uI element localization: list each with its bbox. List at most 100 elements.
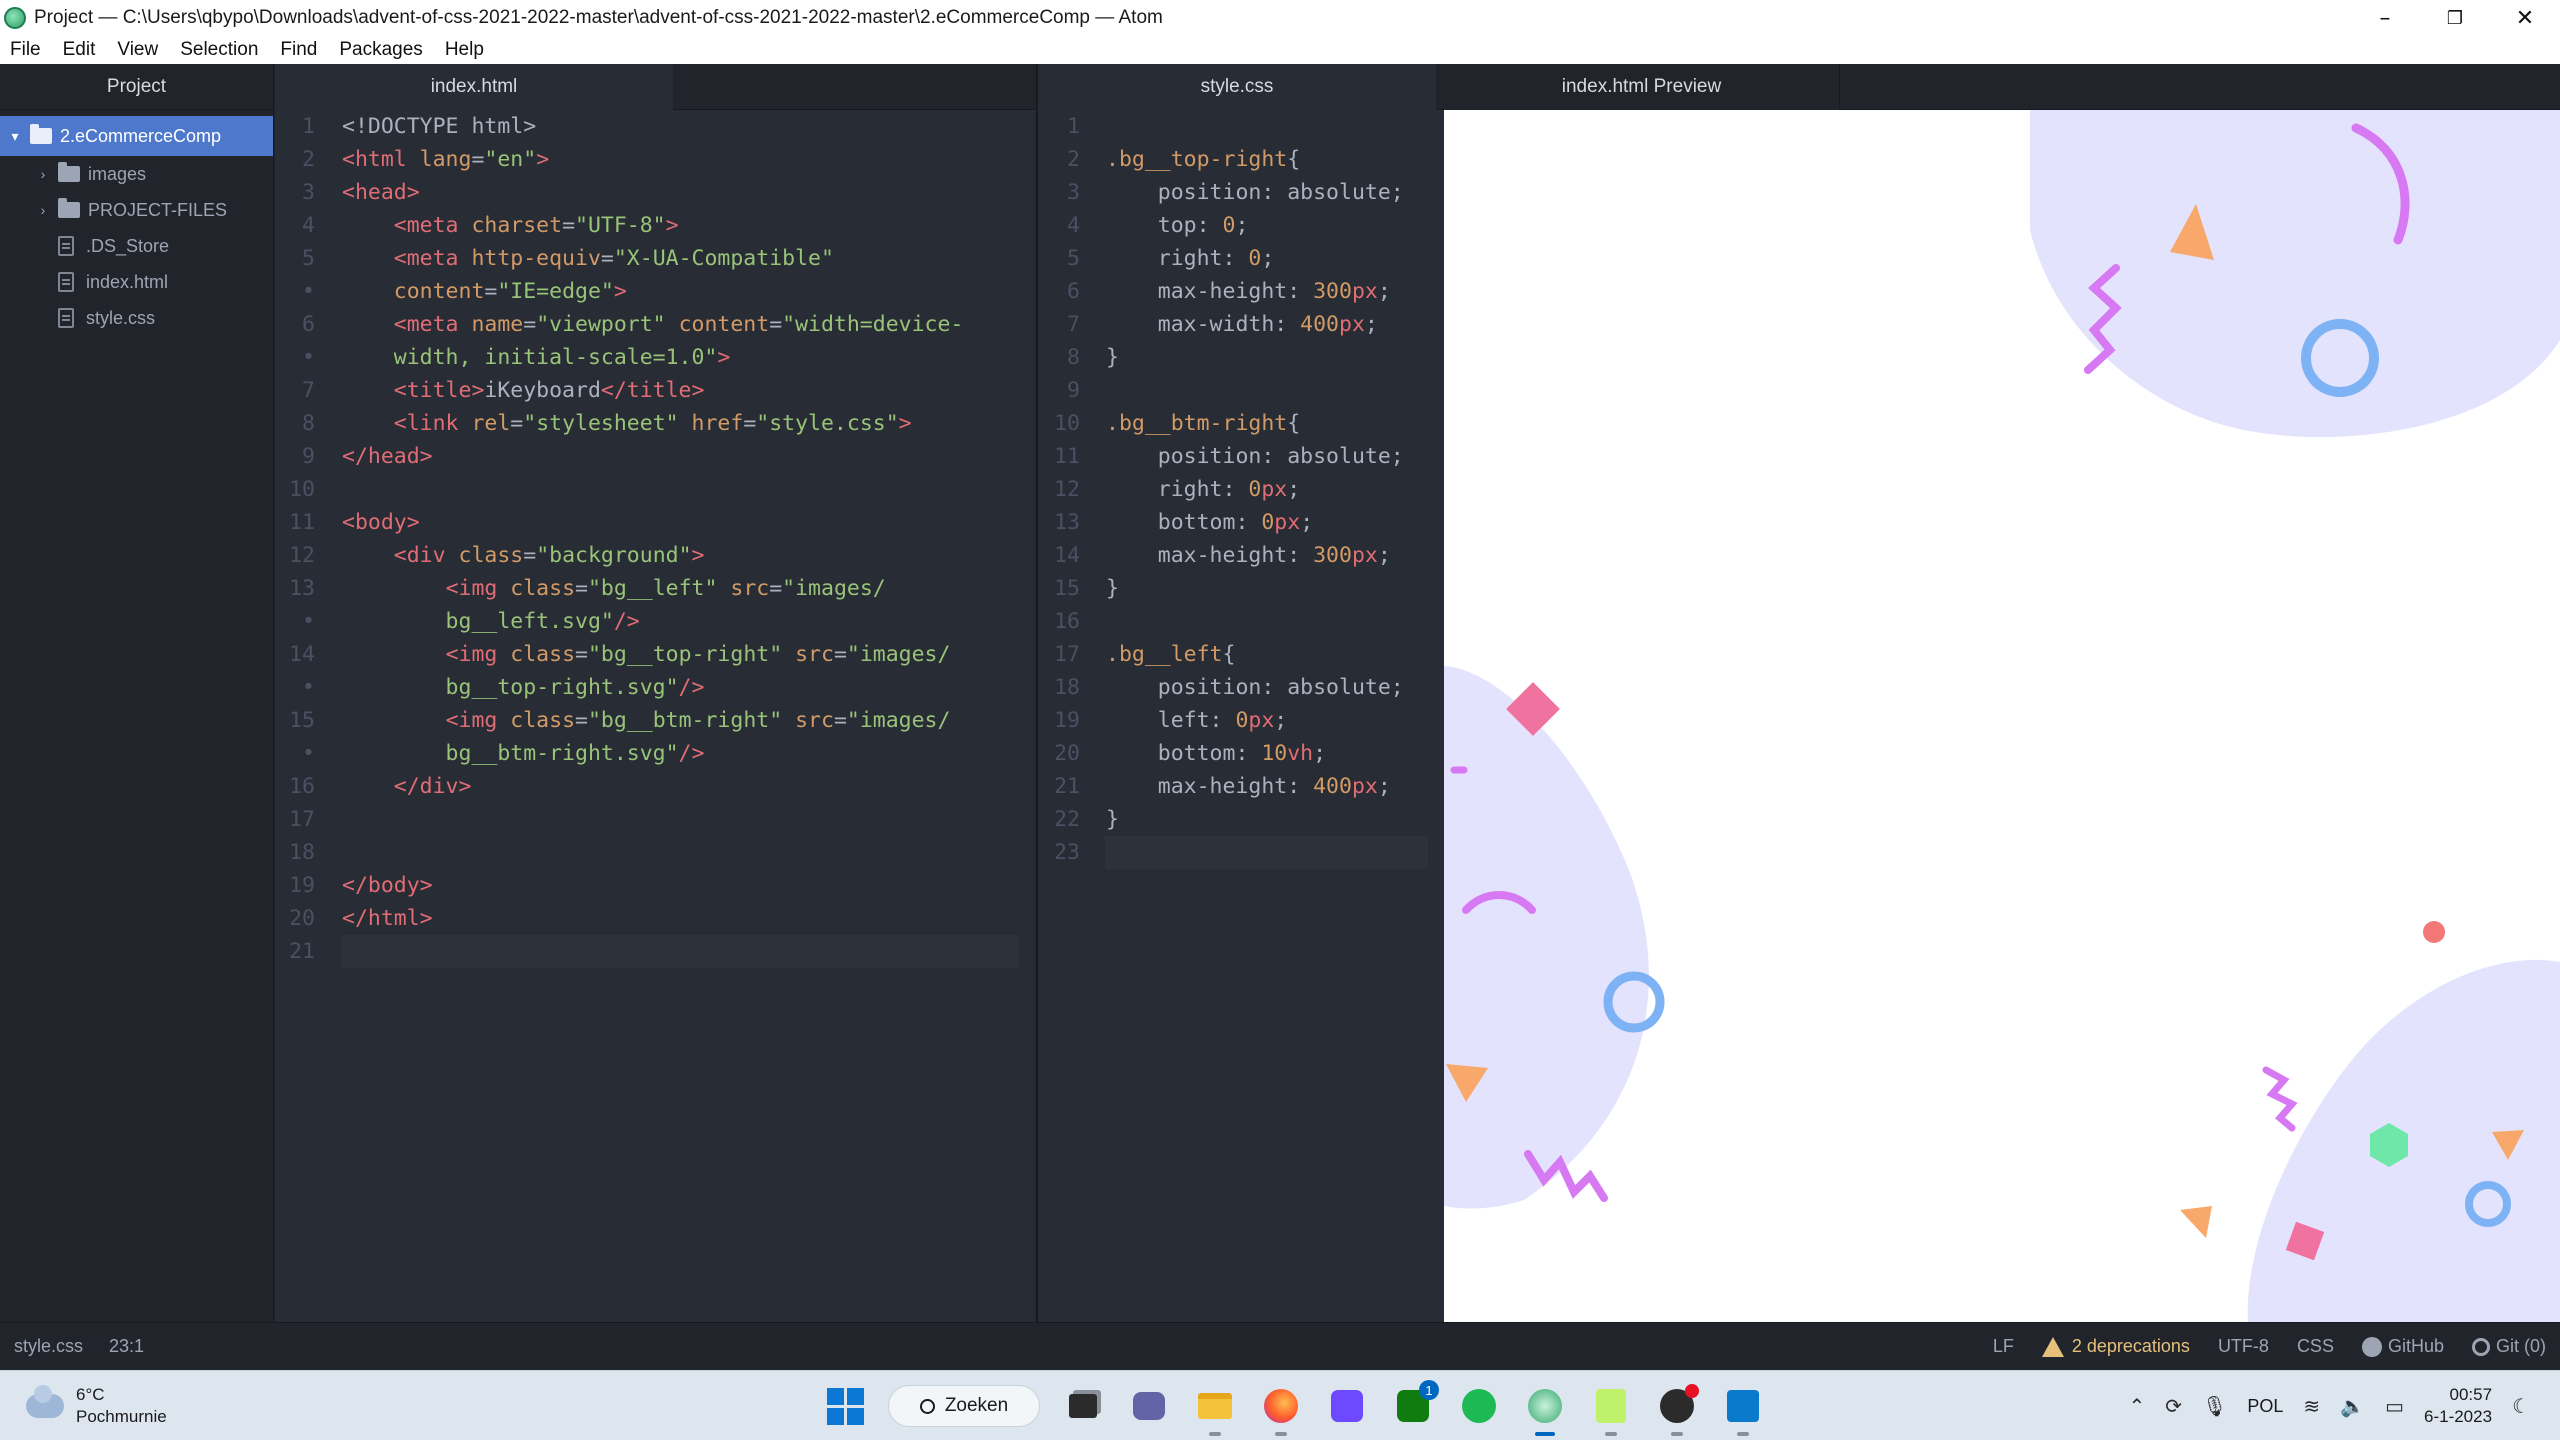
vscode-icon[interactable] bbox=[1723, 1386, 1763, 1436]
code-line[interactable]: 12 right: 0px; bbox=[1038, 473, 1444, 506]
code-line[interactable]: 6 max-height: 300px; bbox=[1038, 275, 1444, 308]
code-line[interactable]: 11 position: absolute; bbox=[1038, 440, 1444, 473]
teams-chat-icon[interactable] bbox=[1129, 1386, 1169, 1426]
code-line[interactable]: • bg__top-right.svg"/> bbox=[275, 671, 1035, 704]
start-icon[interactable] bbox=[825, 1386, 865, 1426]
weather-widget[interactable]: 6°C Pochmurnie bbox=[26, 1385, 167, 1427]
status-git[interactable]: Git (0) bbox=[2471, 1336, 2546, 1357]
code-line[interactable]: 20 </html> bbox=[275, 902, 1035, 935]
code-line[interactable]: 10 bbox=[275, 473, 1035, 506]
code-line[interactable]: 1 bbox=[1038, 110, 1444, 143]
tree-header[interactable]: Project bbox=[0, 64, 273, 110]
code-line[interactable]: 18 position: absolute; bbox=[1038, 671, 1444, 704]
minimize-button[interactable]: – bbox=[2350, 0, 2420, 36]
code-line[interactable]: 10 .bg__btm-right{ bbox=[1038, 407, 1444, 440]
tree-root-folder[interactable]: ▾ 2.eCommerceComp bbox=[0, 116, 273, 156]
code-line[interactable]: 1 <!DOCTYPE html> bbox=[275, 110, 1035, 143]
tab-index-html[interactable]: index.html bbox=[275, 64, 673, 110]
code-line[interactable]: 15 <img class="bg__btm-right" src="image… bbox=[275, 704, 1035, 737]
obs-icon[interactable] bbox=[1657, 1384, 1699, 1436]
task-view-icon[interactable] bbox=[1063, 1386, 1103, 1426]
microphone-icon[interactable]: 🎙 bbox=[2202, 1394, 2227, 1419]
code-line[interactable]: 9 </head> bbox=[275, 440, 1035, 473]
code-line[interactable]: 7 max-width: 400px; bbox=[1038, 308, 1444, 341]
code-line[interactable]: 2 <html lang="en"> bbox=[275, 143, 1035, 176]
code-line[interactable]: 14 <img class="bg__top-right" src="image… bbox=[275, 638, 1035, 671]
language-indicator[interactable]: POL bbox=[2247, 1396, 2283, 1417]
tree-folder-project-files[interactable]: › PROJECT-FILES bbox=[0, 192, 273, 228]
tree-file-index-html[interactable]: index.html bbox=[0, 264, 273, 300]
status-deprecations[interactable]: 2 deprecations bbox=[2041, 1336, 2190, 1357]
tab-preview[interactable]: index.html Preview bbox=[1444, 64, 1840, 110]
volume-icon[interactable]: 🔈 bbox=[2340, 1394, 2365, 1419]
battery-icon[interactable]: ▭ bbox=[2385, 1394, 2404, 1419]
code-line[interactable]: • content="IE=edge"> bbox=[275, 275, 1035, 308]
code-line[interactable]: 19 </body> bbox=[275, 869, 1035, 902]
atom-icon[interactable] bbox=[1525, 1386, 1565, 1436]
code-line[interactable]: 11 <body> bbox=[275, 506, 1035, 539]
menu-help[interactable]: Help bbox=[434, 39, 495, 61]
proton-icon[interactable] bbox=[1327, 1386, 1367, 1426]
code-line[interactable]: • bg__left.svg"/> bbox=[275, 605, 1035, 638]
file-explorer-icon[interactable] bbox=[1195, 1386, 1235, 1436]
clock[interactable]: 00:57 6-1-2023 bbox=[2424, 1384, 2492, 1428]
css-code-editor[interactable]: 1 2 .bg__top-right{3 position: absolute; 4 … bbox=[1038, 110, 1444, 1322]
maximize-button[interactable]: ❐ bbox=[2420, 0, 2490, 36]
code-line[interactable]: 7 <title>iKeyboard</title> bbox=[275, 374, 1035, 407]
sync-icon[interactable]: ⟳ bbox=[2165, 1394, 2182, 1419]
close-button[interactable]: ✕ bbox=[2490, 0, 2560, 36]
code-line[interactable]: 4 top: 0; bbox=[1038, 209, 1444, 242]
menu-edit[interactable]: Edit bbox=[52, 39, 107, 61]
code-line[interactable]: 18 bbox=[275, 836, 1035, 869]
code-line[interactable]: • bg__btm-right.svg"/> bbox=[275, 737, 1035, 770]
code-line[interactable]: 13 bottom: 0px; bbox=[1038, 506, 1444, 539]
code-line[interactable]: 8 <link rel="stylesheet" href="style.css… bbox=[275, 407, 1035, 440]
code-line[interactable]: 12 <div class="background"> bbox=[275, 539, 1035, 572]
code-line[interactable]: 17 bbox=[275, 803, 1035, 836]
code-line[interactable]: 9 bbox=[1038, 374, 1444, 407]
chevron-up-icon[interactable]: ⌃ bbox=[2128, 1394, 2145, 1419]
status-grammar[interactable]: CSS bbox=[2297, 1336, 2334, 1357]
code-line[interactable]: 21 bbox=[275, 935, 1035, 968]
code-line[interactable]: 13 <img class="bg__left" src="images/ bbox=[275, 572, 1035, 605]
status-line-ending[interactable]: LF bbox=[1993, 1336, 2014, 1357]
notifications-icon[interactable]: ☾ bbox=[2512, 1394, 2530, 1419]
spotify-icon[interactable] bbox=[1459, 1386, 1499, 1426]
status-file[interactable]: style.css bbox=[14, 1336, 83, 1357]
tree-file-ds-store[interactable]: .DS_Store bbox=[0, 228, 273, 264]
code-line[interactable]: 17 .bg__left{ bbox=[1038, 638, 1444, 671]
code-line[interactable]: 14 max-height: 300px; bbox=[1038, 539, 1444, 572]
code-line[interactable]: 16 </div> bbox=[275, 770, 1035, 803]
tree-file-style-css[interactable]: style.css bbox=[0, 300, 273, 336]
status-github[interactable]: GitHub bbox=[2361, 1336, 2444, 1358]
code-line[interactable]: 2 .bg__top-right{ bbox=[1038, 143, 1444, 176]
xbox-icon[interactable]: 1 bbox=[1393, 1380, 1439, 1426]
status-encoding[interactable]: UTF-8 bbox=[2218, 1336, 2269, 1357]
firefox-icon[interactable] bbox=[1261, 1386, 1301, 1436]
code-line[interactable]: 20 bottom: 10vh; bbox=[1038, 737, 1444, 770]
menu-file[interactable]: File bbox=[0, 39, 52, 61]
menu-selection[interactable]: Selection bbox=[169, 39, 269, 61]
menu-view[interactable]: View bbox=[106, 39, 169, 61]
taskbar-search[interactable]: Zoeken bbox=[888, 1385, 1040, 1427]
status-cursor-position[interactable]: 23:1 bbox=[109, 1336, 144, 1357]
code-line[interactable]: 6 <meta name="viewport" content="width=d… bbox=[275, 308, 1035, 341]
code-line[interactable]: 5 <meta http-equiv="X-UA-Compatible" bbox=[275, 242, 1035, 275]
code-line[interactable]: 4 <meta charset="UTF-8"> bbox=[275, 209, 1035, 242]
code-line[interactable]: 21 max-height: 400px; bbox=[1038, 770, 1444, 803]
code-line[interactable]: 23 bbox=[1038, 836, 1444, 869]
wifi-icon[interactable]: ≋ bbox=[2303, 1394, 2320, 1419]
html-code-editor[interactable]: 1 <!DOCTYPE html> 2 <html lang="en"> 3 <head>… bbox=[275, 110, 1035, 1322]
code-line[interactable]: 15} bbox=[1038, 572, 1444, 605]
code-line[interactable]: 3 <head> bbox=[275, 176, 1035, 209]
code-line[interactable]: 16 bbox=[1038, 605, 1444, 638]
menu-find[interactable]: Find bbox=[269, 39, 328, 61]
code-line[interactable]: • width, initial-scale=1.0"> bbox=[275, 341, 1035, 374]
menu-packages[interactable]: Packages bbox=[328, 39, 433, 61]
code-line[interactable]: 8} bbox=[1038, 341, 1444, 374]
code-line[interactable]: 22} bbox=[1038, 803, 1444, 836]
tab-style-css[interactable]: style.css bbox=[1038, 64, 1436, 110]
code-line[interactable]: 19 left: 0px; bbox=[1038, 704, 1444, 737]
code-line[interactable]: 3 position: absolute; bbox=[1038, 176, 1444, 209]
tree-folder-images[interactable]: › images bbox=[0, 156, 273, 192]
